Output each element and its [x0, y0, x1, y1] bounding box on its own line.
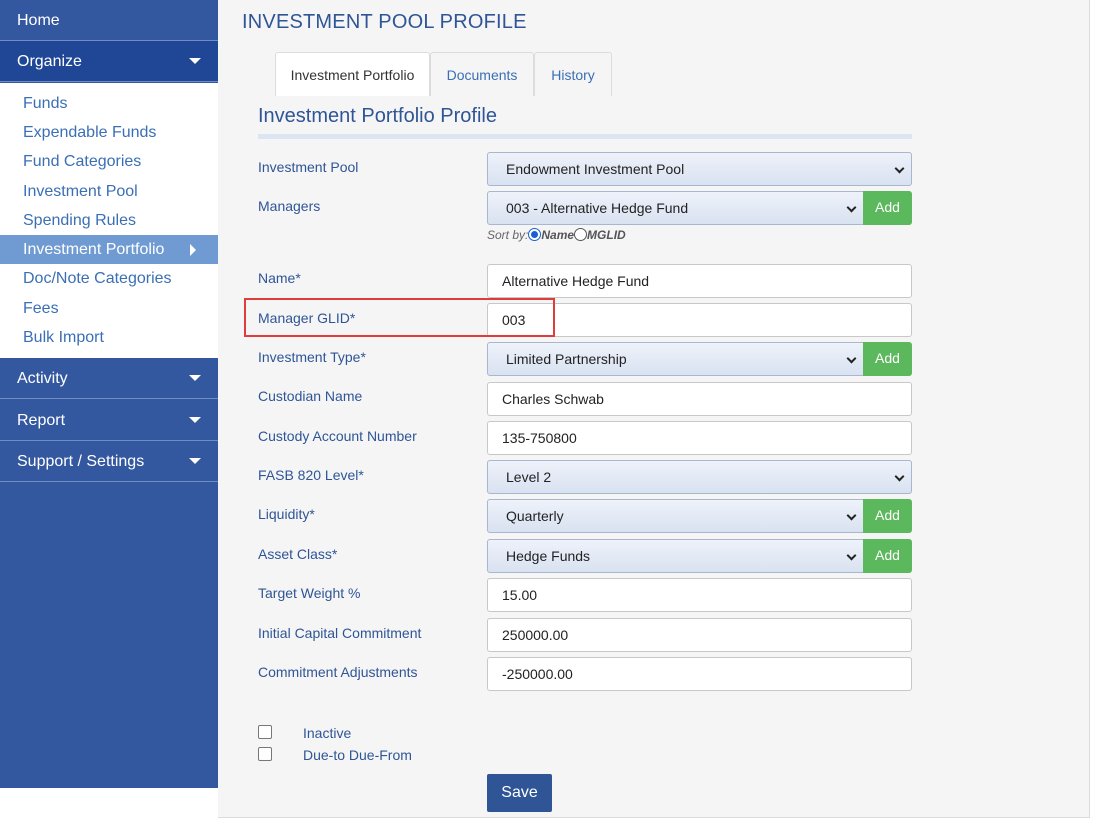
custodian-name-label: Custodian Name — [258, 388, 363, 404]
due-to-due-from-checkbox[interactable] — [258, 747, 272, 761]
target-weight-input[interactable]: 15.00 — [487, 578, 912, 612]
caret-down-icon — [189, 458, 201, 464]
fasb-level-value: Level 2 — [506, 469, 552, 485]
sort-name-radio[interactable] — [528, 228, 542, 241]
sidebar-item-investment-pool[interactable]: Investment Pool — [0, 177, 218, 206]
add-asset-class-button[interactable]: Add — [863, 539, 912, 573]
highlight-box — [244, 298, 555, 337]
nav-organize[interactable]: Organize — [0, 41, 218, 82]
sidebar-item-fund-categories[interactable]: Fund Categories — [0, 147, 218, 176]
sidebar-item-doc-note-categories[interactable]: Doc/Note Categories — [0, 264, 218, 293]
liquidity-select[interactable]: Quarterly — [487, 499, 864, 533]
managers-value: 003 - Alternative Hedge Fund — [506, 200, 689, 216]
managers-label: Managers — [258, 198, 321, 214]
save-button[interactable]: Save — [487, 774, 552, 812]
main-content: INVESTMENT POOL PROFILE Investment Portf… — [218, 0, 1090, 818]
add-manager-button[interactable]: Add — [863, 191, 912, 225]
asset-class-label: Asset Class* — [258, 546, 338, 562]
target-weight-label: Target Weight % — [258, 585, 361, 601]
chevron-down-icon — [846, 202, 857, 213]
tab-history[interactable]: History — [534, 52, 612, 96]
initial-commitment-input[interactable]: 250000.00 — [487, 618, 912, 652]
organize-submenu: Funds Expendable Funds Fund Categories I… — [0, 83, 218, 358]
nav-organize-label: Organize — [17, 53, 82, 70]
sidebar: Home Organize Funds Expendable Funds Fun… — [0, 0, 218, 788]
asset-class-value: Hedge Funds — [506, 548, 591, 564]
nav-report[interactable]: Report — [0, 400, 218, 441]
fasb-level-label: FASB 820 Level* — [258, 467, 364, 483]
asset-class-select[interactable]: Hedge Funds — [487, 539, 864, 573]
investment-type-select[interactable]: Limited Partnership — [487, 342, 864, 376]
liquidity-label: Liquidity* — [258, 506, 315, 522]
sidebar-item-investment-portfolio[interactable]: Investment Portfolio — [0, 235, 218, 264]
tab-documents[interactable]: Documents — [430, 52, 534, 96]
sidebar-item-expendable-funds[interactable]: Expendable Funds — [0, 118, 218, 147]
chevron-down-icon — [894, 163, 905, 174]
investment-pool-select[interactable]: Endowment Investment Pool — [487, 152, 912, 186]
sidebar-item-fees[interactable]: Fees — [0, 294, 218, 323]
nav-support-settings[interactable]: Support / Settings — [0, 441, 218, 482]
nav-home[interactable]: Home — [0, 0, 218, 41]
due-to-due-from-label: Due-to Due-From — [303, 747, 412, 763]
custody-account-input[interactable]: 135-750800 — [487, 421, 912, 455]
commitment-adjustments-input[interactable]: -250000.00 — [487, 657, 912, 691]
liquidity-value: Quarterly — [506, 508, 564, 524]
page-title: INVESTMENT POOL PROFILE — [242, 11, 527, 33]
commitment-adjustments-label: Commitment Adjustments — [258, 664, 418, 680]
sort-by-label: Sort by: — [487, 228, 529, 242]
investment-pool-value: Endowment Investment Pool — [506, 161, 685, 177]
sidebar-item-spending-rules[interactable]: Spending Rules — [0, 206, 218, 235]
sort-mglid-label: MGLID — [587, 228, 626, 242]
sort-mglid-radio[interactable] — [574, 228, 588, 241]
custodian-name-input[interactable]: Charles Schwab — [487, 382, 912, 416]
inactive-label: Inactive — [303, 725, 352, 741]
caret-down-icon — [189, 375, 201, 381]
chevron-down-icon — [846, 550, 857, 561]
caret-right-icon — [190, 244, 196, 256]
add-liquidity-button[interactable]: Add — [863, 499, 912, 533]
investment-type-label: Investment Type* — [258, 349, 366, 365]
sort-name-label: Name — [541, 228, 575, 242]
managers-select[interactable]: 003 - Alternative Hedge Fund — [487, 191, 864, 225]
chevron-down-icon — [846, 510, 857, 521]
name-label: Name* — [258, 270, 301, 286]
investment-type-value: Limited Partnership — [506, 351, 627, 367]
add-investment-type-button[interactable]: Add — [863, 342, 912, 376]
sidebar-item-label: Investment Portfolio — [23, 241, 165, 258]
nav-activity[interactable]: Activity — [0, 358, 218, 399]
nav-activity-label: Activity — [17, 370, 68, 387]
sidebar-item-bulk-import[interactable]: Bulk Import — [0, 323, 218, 352]
sort-by-options: Sort by: Name MGLID — [487, 228, 626, 242]
nav-report-label: Report — [17, 412, 66, 429]
tab-investment-portfolio[interactable]: Investment Portfolio — [275, 52, 430, 96]
chevron-down-icon — [846, 353, 857, 364]
investment-pool-label: Investment Pool — [258, 159, 359, 175]
name-input[interactable]: Alternative Hedge Fund — [487, 264, 912, 298]
custody-account-label: Custody Account Number — [258, 428, 417, 444]
sidebar-item-funds[interactable]: Funds — [0, 89, 218, 118]
section-title: Investment Portfolio Profile — [258, 105, 497, 127]
section-divider — [258, 134, 912, 139]
initial-commitment-label: Initial Capital Commitment — [258, 625, 422, 641]
inactive-checkbox[interactable] — [258, 725, 272, 739]
fasb-level-select[interactable]: Level 2 — [487, 460, 912, 494]
caret-down-icon — [189, 417, 201, 423]
chevron-down-icon — [894, 471, 905, 482]
caret-down-icon — [189, 58, 201, 64]
nav-support-label: Support / Settings — [17, 453, 145, 470]
nav-home-label: Home — [17, 12, 60, 29]
